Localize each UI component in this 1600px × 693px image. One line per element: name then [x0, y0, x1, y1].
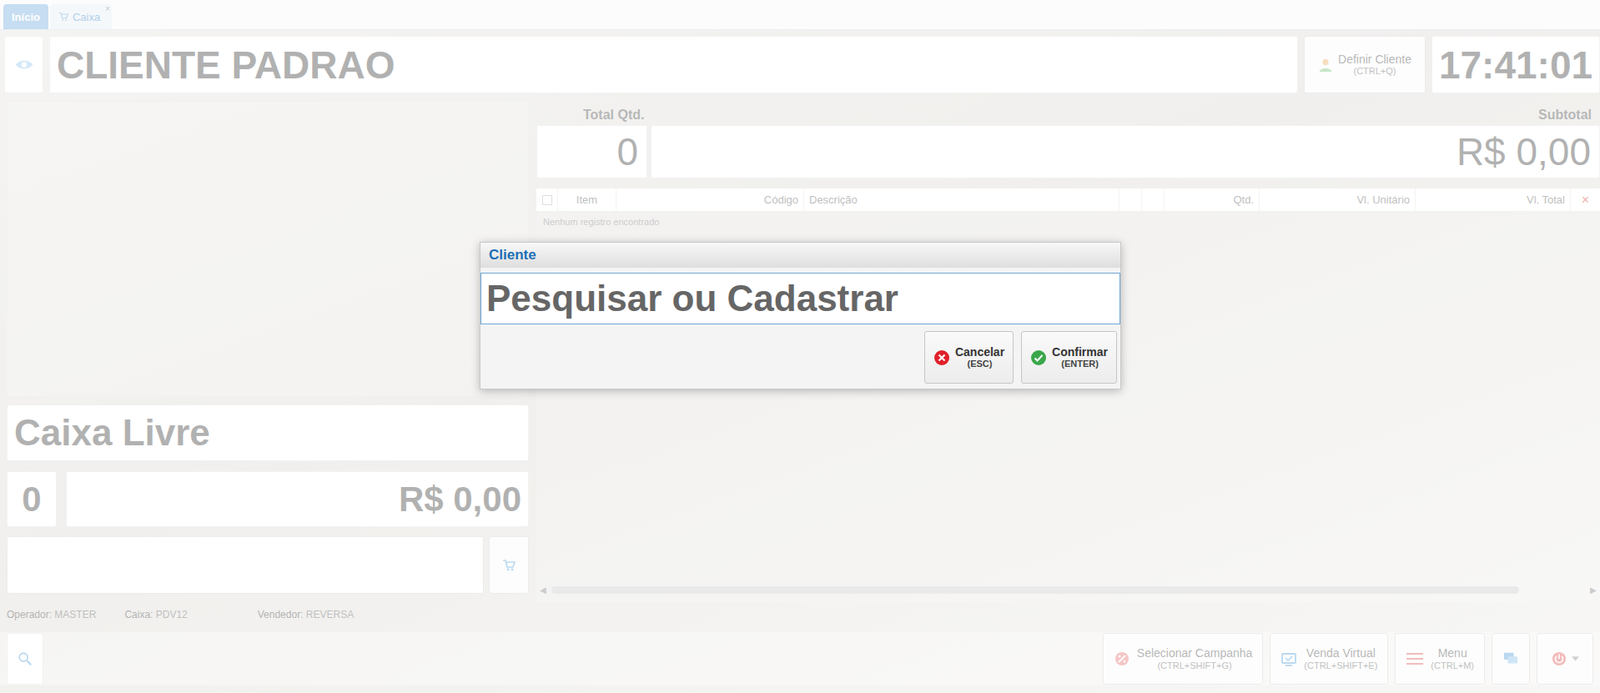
- dialog-button[interactable]: Confirmar(ENTER): [1021, 331, 1117, 384]
- client-dialog: Cliente Cancelar(ESC)Confirmar(ENTER): [479, 241, 1122, 390]
- dialog-title: Cliente: [480, 242, 1121, 268]
- cancel-icon: [933, 349, 951, 367]
- pos-screen: InícioCaixa×CLIENTE PADRAODefinir Client…: [0, 0, 1600, 693]
- confirm-icon: [1030, 349, 1047, 367]
- client-search-input[interactable]: [480, 272, 1121, 325]
- dialog-button[interactable]: Cancelar(ESC): [924, 331, 1014, 384]
